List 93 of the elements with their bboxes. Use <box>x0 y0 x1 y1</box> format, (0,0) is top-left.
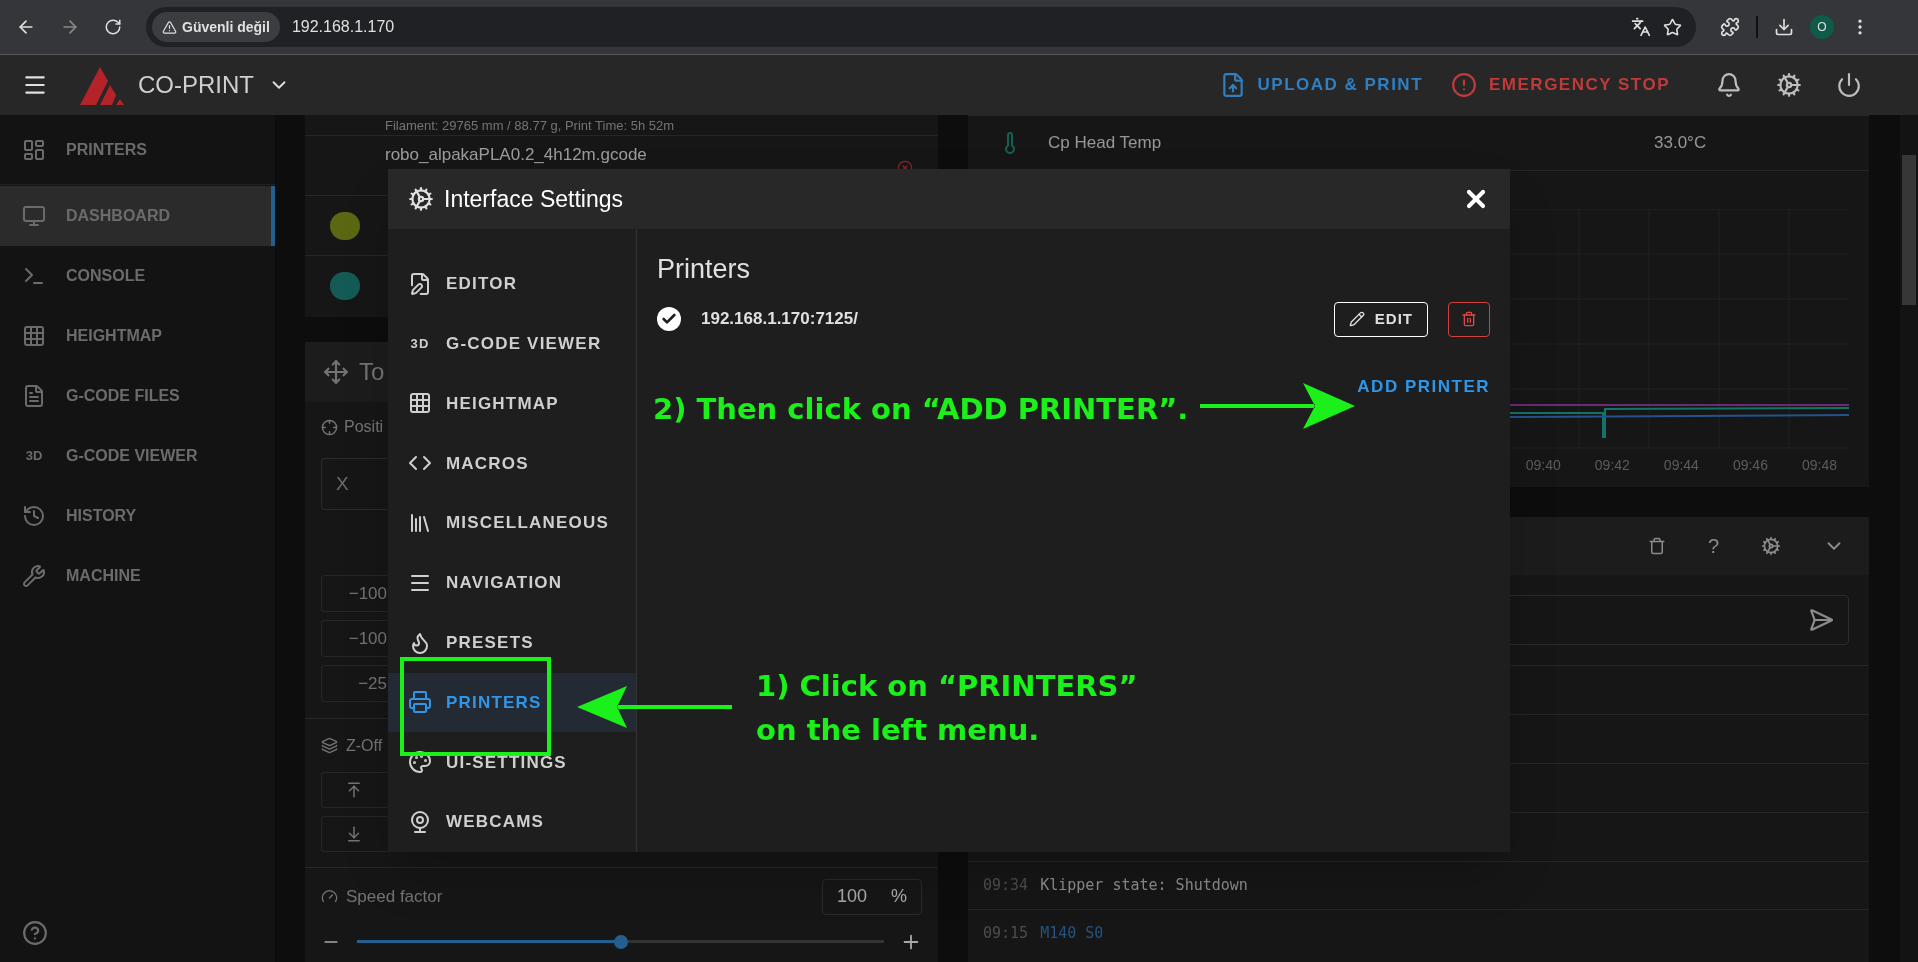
z-offset-label: Z-Off <box>346 735 383 756</box>
alert-icon <box>1451 72 1478 98</box>
settings-nav-item[interactable]: 3D G-CODE VIEWER <box>388 313 636 374</box>
wrench-icon <box>22 564 46 588</box>
extensions-icon[interactable] <box>1720 17 1740 37</box>
sensor-value: 33.0°C <box>1654 132 1707 155</box>
webcam-icon <box>408 810 432 835</box>
move-icon <box>323 359 349 385</box>
3d-icon: 3D <box>22 446 46 466</box>
grid-icon <box>22 324 46 348</box>
console-message: M140 S0 <box>1040 923 1104 945</box>
crosshair-icon <box>321 418 338 436</box>
settings-nav-item[interactable]: PRINTERS <box>388 672 636 733</box>
printer-icon <box>408 690 432 715</box>
scrollbar[interactable] <box>1900 115 1918 962</box>
time-label: 09:40 <box>1525 456 1561 475</box>
file-icon <box>22 384 46 408</box>
url-text: 192.168.1.170 <box>291 17 396 37</box>
arrow-down-icon <box>345 825 363 843</box>
sidebar-item[interactable]: HEIGHTMAP <box>0 306 275 366</box>
power-icon[interactable] <box>1836 72 1862 98</box>
settings-nav-item[interactable]: HEIGHTMAP <box>388 373 636 434</box>
grid-icon <box>408 391 432 416</box>
3d-icon: 3D <box>408 333 432 354</box>
trash-icon <box>1461 311 1477 327</box>
delete-button[interactable] <box>1448 301 1490 337</box>
slider-track[interactable] <box>357 935 884 949</box>
warning-icon <box>162 19 177 35</box>
layers-icon <box>321 737 338 754</box>
send-icon[interactable] <box>1808 607 1834 633</box>
trash-icon[interactable] <box>1647 537 1666 555</box>
axis-field[interactable]: X <box>321 458 387 510</box>
address-bar[interactable]: Güvenli değil 192.168.1.170 <box>146 7 1696 47</box>
speed-field[interactable]: 100 % <box>822 878 922 915</box>
arrow-up-icon <box>345 781 363 799</box>
star-icon[interactable] <box>1663 17 1682 37</box>
grid-icon <box>22 137 46 162</box>
reload-icon[interactable] <box>104 18 122 36</box>
sidebar-item[interactable]: DASHBOARD <box>0 186 275 246</box>
history-icon <box>22 504 46 528</box>
slider-thumb[interactable] <box>613 935 628 949</box>
settings-icon[interactable] <box>1776 72 1802 98</box>
time-label: 09:46 <box>1732 456 1768 475</box>
sidebar-item[interactable]: PRINTERS <box>0 115 275 185</box>
add-printer-button[interactable]: ADD PRINTER <box>1357 369 1490 405</box>
sensor-name: Cp Head Temp <box>1048 132 1163 155</box>
edit-button[interactable]: EDIT <box>1333 301 1428 337</box>
palette-icon <box>408 750 432 775</box>
annotation-text: 2) Then click on “ADD PRINTER”. <box>653 391 1189 428</box>
time-label: 09:48 <box>1801 456 1837 475</box>
speed-label: Speed factor <box>346 885 444 908</box>
help-icon[interactable] <box>22 920 48 946</box>
console-message: Klipper state: Shutdown <box>1040 875 1248 897</box>
download-icon[interactable] <box>1774 17 1794 37</box>
settings-nav-item[interactable]: MISCELLANEOUS <box>388 493 636 553</box>
security-chip[interactable]: Güvenli değil <box>152 12 280 42</box>
app-bar-action[interactable]: UPLOAD & PRINT <box>1205 63 1438 107</box>
annotation-text: 1) Click on “PRINTERS” on the left menu. <box>756 668 1138 749</box>
time-label: 09:42 <box>1594 456 1630 475</box>
settings-nav-item[interactable]: NAVIGATION <box>388 553 636 613</box>
help-button[interactable]: ? <box>1707 531 1719 561</box>
bell-icon[interactable] <box>1716 72 1742 98</box>
settings-nav-item[interactable]: MACROS <box>388 433 636 494</box>
settings-nav-item[interactable]: PRESETS <box>388 612 636 673</box>
settings-icon[interactable] <box>1761 536 1781 556</box>
file-thumbnail <box>330 271 360 300</box>
gauge-icon <box>321 888 338 905</box>
settings-icon <box>408 186 434 212</box>
brand-name: CO-PRINT <box>138 70 254 100</box>
card-title: To <box>359 357 385 387</box>
sidebar-item[interactable]: HISTORY <box>0 486 275 546</box>
app-bar-action[interactable]: EMERGENCY STOP <box>1437 63 1684 107</box>
sidebar-item[interactable]: MACHINE <box>0 546 275 606</box>
sidebar-item[interactable]: G-CODE FILES <box>0 366 275 426</box>
sidebar-item[interactable]: 3D G-CODE VIEWER <box>0 426 275 486</box>
time-label: 09:44 <box>1663 456 1699 475</box>
sidebar-item[interactable]: CONSOLE <box>0 246 275 306</box>
printer-address: 192.168.1.170:7125/ <box>701 308 859 331</box>
dialog-title: Interface Settings <box>444 184 624 214</box>
translate-icon[interactable] <box>1631 17 1651 37</box>
position-label: Positi <box>344 417 384 437</box>
file-thumbnail <box>330 211 360 240</box>
profile-avatar[interactable]: O <box>1810 15 1834 39</box>
file-details: Filament: 29765 mm / 88.77 g, Print Time: 5h 52m <box>385 116 675 135</box>
section-title: Printers <box>657 253 752 286</box>
pencil-icon <box>1348 311 1365 327</box>
settings-nav-item[interactable]: EDITOR <box>388 254 636 314</box>
settings-nav-item[interactable]: WEBCAMS <box>388 792 636 852</box>
settings-nav-item[interactable]: UI-SETTINGS <box>388 732 636 793</box>
logo-icon <box>78 65 126 105</box>
file-edit-icon <box>408 271 432 296</box>
file-name: robo_alpakaPLA0.2_4h12m.gcode <box>385 144 648 166</box>
monitor-icon <box>22 204 46 228</box>
